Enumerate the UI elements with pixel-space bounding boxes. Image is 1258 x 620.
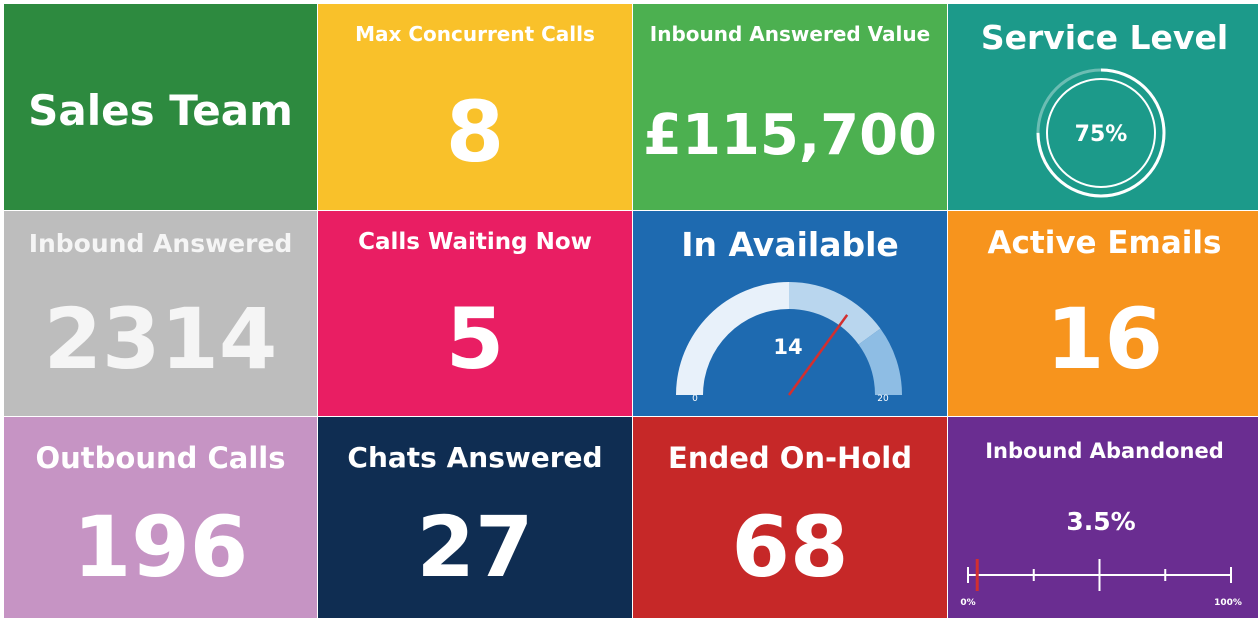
availability-gauge: 14 0 20 (676, 282, 902, 404)
gauge-band-mid (789, 282, 881, 345)
tile-inbound-answered-value: Inbound Answered Value £115,700 (633, 4, 947, 210)
scale-min-label: 0% (960, 598, 975, 608)
tile-title: Chats Answered (347, 441, 603, 474)
team-name: Sales Team (28, 86, 293, 135)
service-level-ring: 75% (1036, 68, 1166, 198)
tile-ended-on-hold: Ended On-Hold 68 (633, 417, 947, 618)
tile-value: 8 (445, 83, 505, 181)
tile-value: 16 (1046, 290, 1163, 388)
tile-value: 5 (445, 290, 505, 388)
tile-value: £115,700 (642, 103, 938, 168)
tile-title: Outbound Calls (35, 441, 286, 475)
scale-max-label: 100% (1214, 598, 1242, 608)
gauge-min-label: 0 (692, 394, 698, 404)
abandoned-value: 3.5% (1066, 507, 1135, 536)
gauge-value: 14 (773, 335, 802, 359)
tile-max-concurrent-calls: Max Concurrent Calls 8 (318, 4, 632, 210)
tile-in-available: In Available 14 0 20 (633, 211, 947, 416)
tile-title: Inbound Answered Value (649, 22, 931, 46)
dashboard-grid: Sales Team Max Concurrent Calls 8 Inboun… (4, 4, 1258, 618)
tile-title: Ended On-Hold (668, 441, 912, 475)
tile-inbound-abandoned: Inbound Abandoned 3.5% 0% 100% (948, 417, 1258, 618)
tile-chats-answered: Chats Answered 27 (318, 417, 632, 618)
tile-title: Calls Waiting Now (358, 229, 592, 255)
tile-value: 68 (731, 498, 849, 596)
tile-title: Max Concurrent Calls (355, 22, 595, 46)
tile-value: 196 (72, 498, 249, 596)
tile-sales-team: Sales Team (4, 4, 317, 210)
tile-title: Inbound Answered (28, 229, 293, 258)
ring-value: 75% (1075, 122, 1128, 147)
tile-calls-waiting-now: Calls Waiting Now 5 (318, 211, 632, 416)
tile-service-level: Service Level 75% (948, 4, 1258, 210)
gauge-band-low (676, 282, 789, 395)
tile-active-emails: Active Emails 16 (948, 211, 1258, 416)
tile-value: 2314 (43, 290, 278, 388)
tile-outbound-calls: Outbound Calls 196 (4, 417, 317, 618)
gauge-max-label: 20 (877, 394, 889, 404)
tile-title: Active Emails (987, 225, 1222, 261)
tile-inbound-answered: Inbound Answered 2314 (4, 211, 317, 416)
abandoned-scale: 3.5% 0% 100% (960, 507, 1242, 608)
tile-value: 27 (416, 498, 534, 596)
